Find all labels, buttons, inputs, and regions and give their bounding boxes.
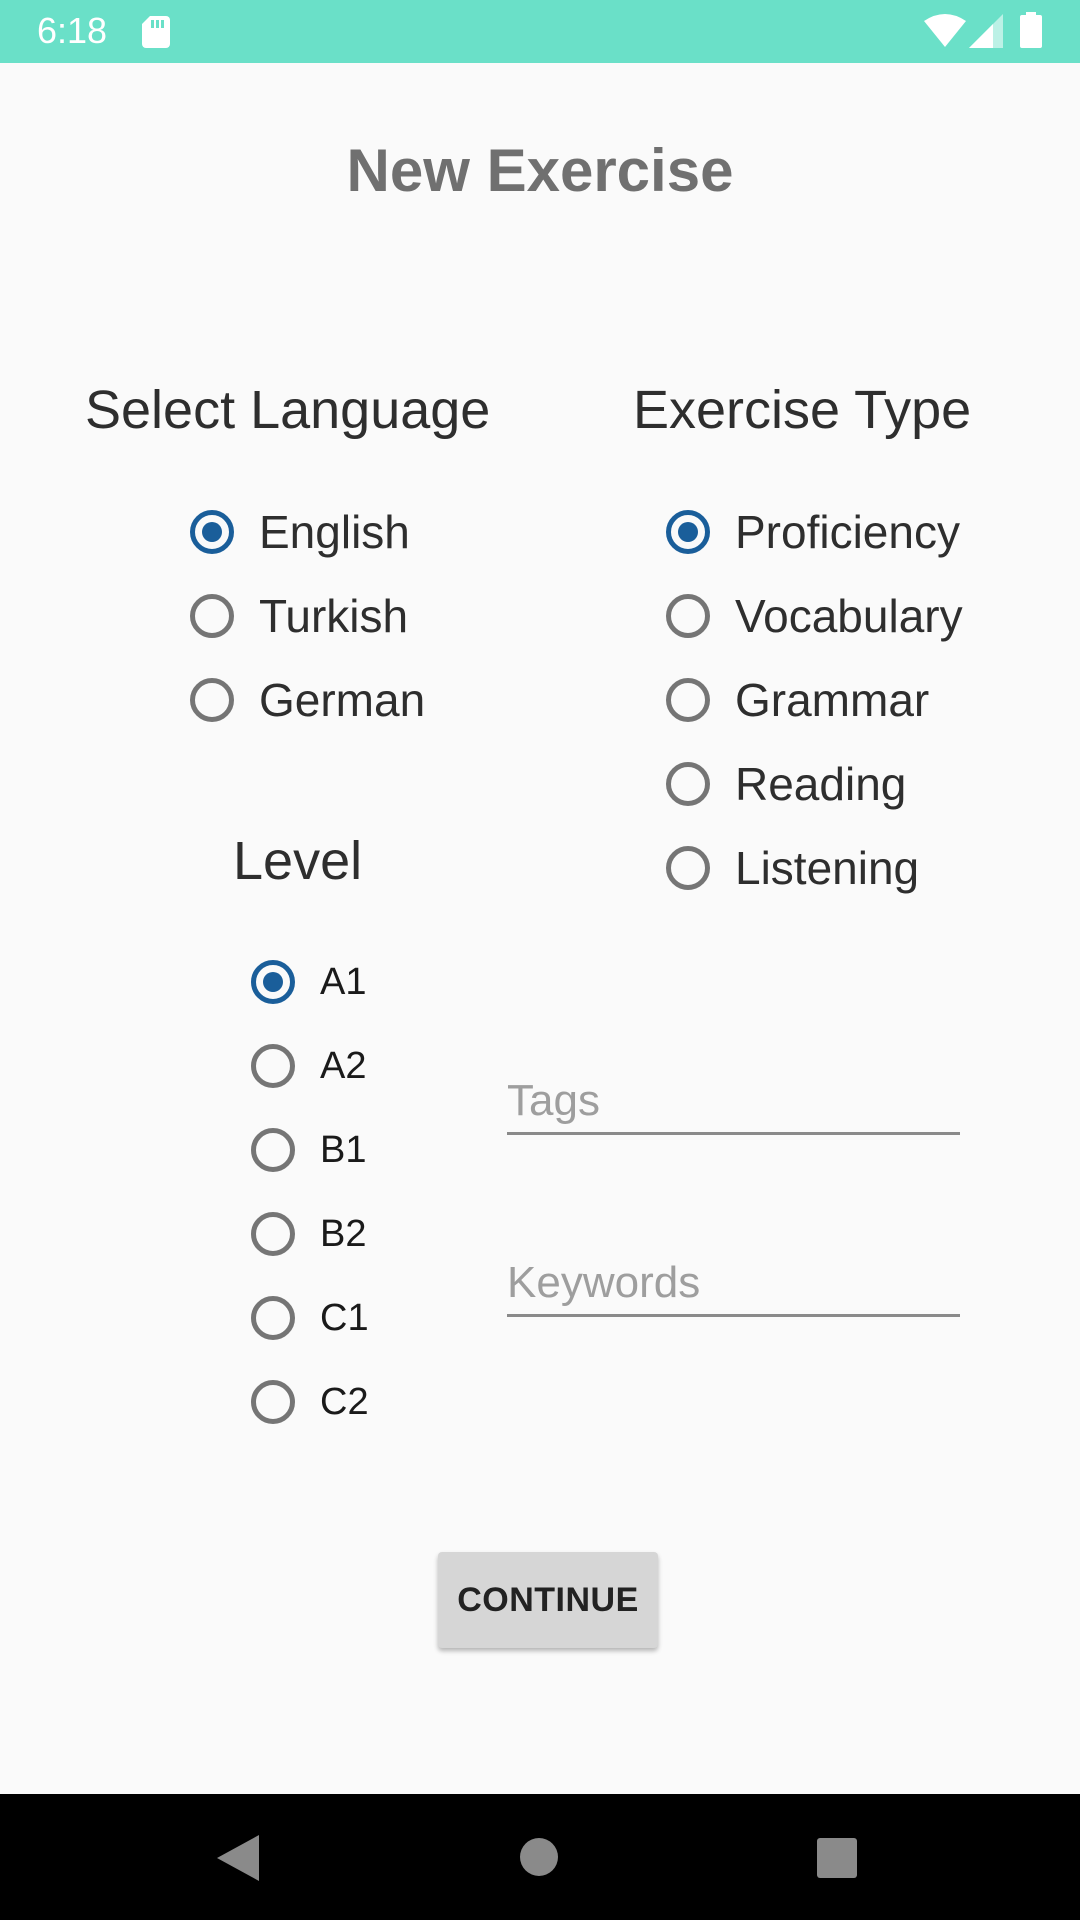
level-option-b2[interactable]: B2 [251, 1204, 366, 1264]
language-option-turkish[interactable]: Turkish [190, 586, 408, 646]
radio-button[interactable] [251, 1296, 295, 1340]
tags-input[interactable] [507, 1070, 960, 1132]
radio-label: C1 [320, 1296, 369, 1339]
sd-card-icon [142, 16, 170, 48]
level-option-b1[interactable]: B1 [251, 1120, 366, 1180]
radio-label: Reading [735, 758, 907, 810]
exercise-type-option-proficiency[interactable]: Proficiency [666, 502, 960, 562]
exercise-type-option-listening[interactable]: Listening [666, 838, 919, 898]
home-icon[interactable] [520, 1838, 558, 1876]
radio-button[interactable] [666, 678, 710, 722]
radio-label: B1 [320, 1128, 367, 1171]
keywords-field[interactable] [507, 1252, 960, 1317]
radio-button-checked[interactable] [251, 960, 295, 1004]
exercise-type-option-reading[interactable]: Reading [666, 754, 906, 814]
status-bar: 6:18 [0, 0, 1080, 63]
keywords-input[interactable] [507, 1252, 960, 1314]
radio-button[interactable] [666, 594, 710, 638]
page-title: New Exercise [346, 137, 734, 204]
radio-label: A1 [320, 960, 367, 1003]
radio-button[interactable] [251, 1044, 295, 1088]
radio-button-checked[interactable] [190, 510, 234, 554]
radio-label: Proficiency [735, 506, 960, 558]
radio-button[interactable] [666, 762, 710, 806]
level-heading: Level [233, 831, 363, 891]
radio-label: C2 [320, 1380, 369, 1423]
radio-button[interactable] [190, 594, 234, 638]
radio-button[interactable] [251, 1212, 295, 1256]
recents-icon[interactable] [817, 1838, 857, 1878]
language-option-english[interactable]: English [190, 502, 410, 562]
radio-label: Listening [735, 842, 920, 894]
radio-button-checked[interactable] [666, 510, 710, 554]
radio-label: Grammar [735, 674, 930, 726]
level-option-c1[interactable]: C1 [251, 1288, 369, 1348]
tags-field[interactable] [507, 1070, 960, 1135]
radio-label: B2 [320, 1212, 367, 1255]
exercise-type-option-grammar[interactable]: Grammar [666, 670, 929, 730]
radio-label: A2 [320, 1044, 367, 1087]
radio-button[interactable] [251, 1128, 295, 1172]
back-icon[interactable] [217, 1835, 259, 1881]
signal-icon [969, 14, 1003, 48]
level-option-a2[interactable]: A2 [251, 1036, 366, 1096]
radio-button[interactable] [190, 678, 234, 722]
level-option-c2[interactable]: C2 [251, 1372, 369, 1432]
radio-label: Turkish [259, 590, 409, 642]
radio-label: Vocabulary [735, 590, 963, 642]
language-heading: Select Language [85, 380, 491, 440]
language-option-german[interactable]: German [190, 670, 425, 730]
radio-button[interactable] [666, 846, 710, 890]
battery-icon [1020, 12, 1042, 48]
exercise-type-heading: Exercise Type [633, 380, 972, 440]
radio-label: German [259, 674, 426, 726]
level-option-a1[interactable]: A1 [251, 952, 366, 1012]
radio-label: English [259, 506, 410, 558]
exercise-type-option-vocabulary[interactable]: Vocabulary [666, 586, 963, 646]
radio-button[interactable] [251, 1380, 295, 1424]
navigation-bar [0, 1794, 1080, 1920]
wifi-icon [924, 14, 966, 47]
status-time: 6:18 [37, 10, 108, 51]
continue-button[interactable]: CONTINUE [438, 1552, 658, 1648]
